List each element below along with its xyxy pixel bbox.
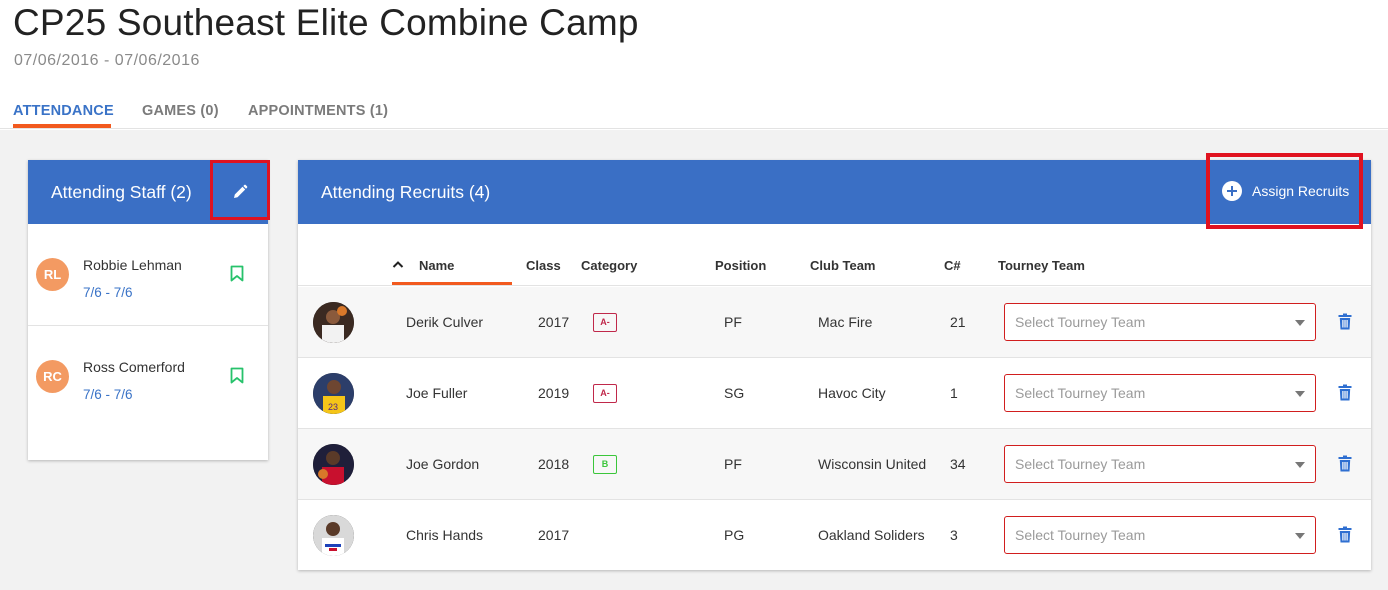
bookmark-icon[interactable]	[230, 367, 244, 384]
column-header-tourney-team[interactable]: Tourney Team	[998, 258, 1085, 273]
trash-icon[interactable]	[1338, 526, 1352, 543]
tab-games[interactable]: GAMES (0)	[142, 103, 219, 119]
trash-icon[interactable]	[1338, 313, 1352, 330]
recruit-class: 2019	[538, 385, 570, 401]
assign-recruits-label: Assign Recruits	[1252, 183, 1350, 199]
recruit-club-team: Havoc City	[818, 385, 886, 401]
player-photo: 23	[313, 373, 354, 414]
category-badge: A-	[593, 313, 617, 332]
tab-appointments[interactable]: APPOINTMENTS (1)	[248, 103, 388, 119]
staff-dates[interactable]: 7/6 - 7/6	[83, 285, 133, 300]
recruit-name[interactable]: Derik Culver	[406, 314, 483, 330]
recruit-name[interactable]: Chris Hands	[406, 527, 483, 543]
staff-name: Robbie Lehman	[83, 257, 182, 273]
trash-icon[interactable]	[1338, 384, 1352, 401]
recruit-position: SG	[724, 385, 745, 401]
sort-indicator	[392, 282, 512, 285]
category-badge: A-	[593, 384, 617, 403]
recruit-position: PF	[724, 456, 742, 472]
select-placeholder: Select Tourney Team	[1015, 527, 1146, 543]
page-title: CP25 Southeast Elite Combine Camp	[13, 2, 639, 43]
column-header-name[interactable]: Name	[419, 258, 454, 273]
recruit-club-team: Mac Fire	[818, 314, 873, 330]
recruit-cnum: 1	[950, 385, 958, 401]
staff-member-row[interactable]: RL Robbie Lehman 7/6 - 7/6	[28, 224, 268, 326]
tourney-team-select[interactable]: Select Tourney Team	[1004, 374, 1316, 412]
column-header-club-team[interactable]: Club Team	[810, 258, 876, 273]
tourney-team-select[interactable]: Select Tourney Team	[1004, 303, 1316, 341]
select-placeholder: Select Tourney Team	[1015, 385, 1146, 401]
recruit-club-team: Oakland Soliders	[818, 527, 925, 543]
tourney-team-select[interactable]: Select Tourney Team	[1004, 445, 1316, 483]
recruit-class: 2017	[538, 314, 570, 330]
event-dates: 07/06/2016 - 07/06/2016	[14, 52, 200, 69]
select-placeholder: Select Tourney Team	[1015, 314, 1146, 330]
sort-ascending-icon[interactable]	[392, 260, 404, 268]
trash-icon[interactable]	[1338, 455, 1352, 472]
recruit-class: 2018	[538, 456, 570, 472]
table-row[interactable]: 23 Joe Fuller 2019 A- SG Havoc City 1 Se…	[298, 358, 1371, 429]
player-photo	[313, 302, 354, 343]
recruit-position: PF	[724, 314, 742, 330]
plus-circle-icon	[1222, 181, 1242, 201]
tourney-team-select[interactable]: Select Tourney Team	[1004, 516, 1316, 554]
dropdown-caret-icon	[1295, 533, 1305, 539]
recruits-panel: Attending Recruits (4) Assign Recruits N…	[298, 153, 1371, 571]
staff-panel-header: Attending Staff (2)	[28, 160, 270, 224]
dropdown-caret-icon	[1295, 462, 1305, 468]
svg-text:23: 23	[328, 402, 338, 412]
dropdown-caret-icon	[1295, 391, 1305, 397]
recruits-panel-header: Attending Recruits (4) Assign Recruits	[298, 153, 1371, 229]
recruit-cnum: 34	[950, 456, 966, 472]
table-row[interactable]: Chris Hands 2017 PG Oakland Soliders 3 S…	[298, 500, 1371, 571]
tab-bar: ATTENDANCE GAMES (0) APPOINTMENTS (1)	[0, 96, 1388, 129]
dropdown-caret-icon	[1295, 320, 1305, 326]
tab-attendance[interactable]: ATTENDANCE	[13, 103, 114, 119]
bookmark-icon[interactable]	[230, 265, 244, 282]
column-header-class[interactable]: Class	[526, 258, 561, 273]
table-header: Name Class Category Position Club Team C…	[298, 224, 1371, 286]
staff-dates[interactable]: 7/6 - 7/6	[83, 387, 133, 402]
recruits-panel-title: Attending Recruits (4)	[321, 182, 491, 202]
column-header-category[interactable]: Category	[581, 258, 637, 273]
select-placeholder: Select Tourney Team	[1015, 456, 1146, 472]
edit-staff-button[interactable]	[210, 160, 270, 220]
recruit-name[interactable]: Joe Fuller	[406, 385, 467, 401]
recruit-cnum: 21	[950, 314, 966, 330]
staff-member-row[interactable]: RC Ross Comerford 7/6 - 7/6	[28, 326, 268, 428]
recruit-position: PG	[724, 527, 745, 543]
table-row[interactable]: Derik Culver 2017 A- PF Mac Fire 21 Sele…	[298, 287, 1371, 358]
player-photo	[313, 515, 354, 556]
avatar: RL	[36, 258, 69, 291]
active-tab-indicator	[13, 124, 111, 128]
pencil-icon	[234, 184, 248, 198]
avatar: RC	[36, 360, 69, 393]
recruit-class: 2017	[538, 527, 570, 543]
column-header-cnum[interactable]: C#	[944, 258, 961, 273]
recruit-name[interactable]: Joe Gordon	[406, 456, 479, 472]
player-photo	[313, 444, 354, 485]
recruit-club-team: Wisconsin United	[818, 456, 927, 472]
staff-panel-title: Attending Staff (2)	[51, 182, 192, 202]
category-badge: B	[593, 455, 617, 474]
assign-recruits-button[interactable]: Assign Recruits	[1206, 153, 1363, 229]
table-row[interactable]: Joe Gordon 2018 B PF Wisconsin United 34…	[298, 429, 1371, 500]
page-header: CP25 Southeast Elite Combine Camp 07/06/…	[0, 0, 1388, 129]
staff-name: Ross Comerford	[83, 359, 185, 375]
recruit-cnum: 3	[950, 527, 958, 543]
column-header-position[interactable]: Position	[715, 258, 766, 273]
staff-panel: Attending Staff (2) RL Robbie Lehman 7/6…	[28, 160, 270, 460]
